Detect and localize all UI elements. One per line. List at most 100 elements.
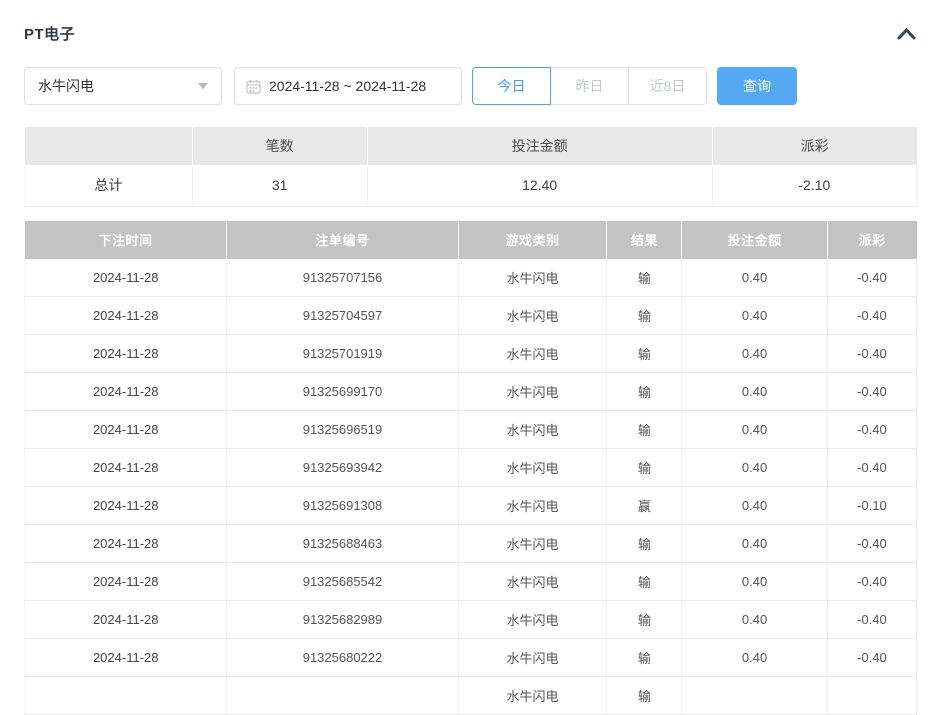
- table-row: 2024-11-2891325707156水牛闪电输0.40-0.40: [25, 259, 917, 297]
- col-order-number: 注单编号: [227, 221, 458, 259]
- cell-amount: 0.40: [682, 525, 827, 563]
- cell-result: 输: [607, 297, 682, 335]
- table-row: 2024-11-2891325704597水牛闪电输0.40-0.40: [25, 297, 917, 335]
- cell-amount: 0.40: [682, 373, 827, 411]
- cell-game: 水牛闪电: [458, 677, 607, 715]
- cell-result: 输: [607, 639, 682, 677]
- cell-game: 水牛闪电: [458, 563, 607, 601]
- cell-order: 91325699170: [227, 373, 458, 411]
- pt-games-panel: PT电子 水牛闪电: [0, 23, 937, 715]
- date-range-input[interactable]: 2024-11-28 ~ 2024-11-28: [234, 67, 462, 105]
- cell-result: 输: [607, 335, 682, 373]
- cell-order: 91325688463: [227, 525, 458, 563]
- table-row: 2024-11-2891325699170水牛闪电输0.40-0.40: [25, 373, 917, 411]
- summary-col-count: 笔数: [192, 127, 367, 165]
- panel-header: PT电子: [24, 23, 917, 44]
- cell-payout: -0.40: [827, 563, 916, 601]
- cell-order: 91325682989: [227, 601, 458, 639]
- cell-order: 91325685542: [227, 563, 458, 601]
- chevron-up-icon: [897, 27, 916, 40]
- bet-table-header-row: 下注时间 注单编号 游戏类别 结果 投注金额 派彩: [25, 221, 917, 259]
- cell-payout: -0.40: [827, 601, 916, 639]
- cell-amount: 0.40: [682, 601, 827, 639]
- cell-payout: -0.10: [827, 487, 916, 525]
- cell-game: 水牛闪电: [458, 487, 607, 525]
- cell-order: 91325701919: [227, 335, 458, 373]
- last-8-days-button[interactable]: 近8日: [628, 67, 707, 105]
- date-range-value: 2024-11-28 ~ 2024-11-28: [269, 78, 426, 94]
- bet-records-table: 下注时间 注单编号 游戏类别 结果 投注金额 派彩 2024-11-289132…: [24, 221, 917, 715]
- cell-amount: 0.40: [682, 297, 827, 335]
- cell-order: 91325707156: [227, 259, 458, 297]
- collapse-panel-button[interactable]: [895, 25, 917, 43]
- col-payout: 派彩: [827, 221, 916, 259]
- cell-order: [227, 677, 458, 715]
- query-button[interactable]: 查询: [717, 67, 797, 105]
- cell-payout: -0.40: [827, 411, 916, 449]
- col-game-type: 游戏类别: [458, 221, 607, 259]
- cell-time: 2024-11-28: [25, 373, 227, 411]
- cell-amount: 0.40: [682, 563, 827, 601]
- col-bet-amount: 投注金额: [682, 221, 827, 259]
- summary-total-label: 总计: [25, 165, 193, 206]
- summary-col-payout: 派彩: [712, 127, 916, 165]
- cell-time: 2024-11-28: [25, 259, 227, 297]
- game-select[interactable]: 水牛闪电: [24, 67, 222, 105]
- cell-result: 输: [607, 563, 682, 601]
- cell-payout: -0.40: [827, 449, 916, 487]
- summary-total-payout: -2.10: [712, 165, 916, 206]
- cell-result: 输: [607, 677, 682, 715]
- cell-time: [25, 677, 227, 715]
- filter-bar: 水牛闪电 2024-11-28 ~ 2024-11-28: [24, 67, 917, 105]
- cell-order: 91325691308: [227, 487, 458, 525]
- summary-header-row: 笔数 投注金额 派彩: [25, 127, 917, 165]
- col-result: 结果: [607, 221, 682, 259]
- cell-payout: -0.40: [827, 297, 916, 335]
- cell-game: 水牛闪电: [458, 601, 607, 639]
- cell-time: 2024-11-28: [25, 563, 227, 601]
- cell-result: 输: [607, 525, 682, 563]
- cell-amount: 0.40: [682, 335, 827, 373]
- page-title: PT电子: [24, 23, 75, 44]
- table-row: 2024-11-2891325693942水牛闪电输0.40-0.40: [25, 449, 917, 487]
- cell-result: 输: [607, 411, 682, 449]
- table-row: 2024-11-2891325682989水牛闪电输0.40-0.40: [25, 601, 917, 639]
- game-select-value: 水牛闪电: [38, 76, 94, 96]
- cell-game: 水牛闪电: [458, 449, 607, 487]
- cell-game: 水牛闪电: [458, 297, 607, 335]
- summary-table: 笔数 投注金额 派彩 总计 31 12.40 -2.10: [24, 127, 917, 207]
- cell-game: 水牛闪电: [458, 639, 607, 677]
- calendar-icon: [246, 79, 261, 94]
- table-row: 2024-11-2891325680222水牛闪电输0.40-0.40: [25, 639, 917, 677]
- cell-time: 2024-11-28: [25, 639, 227, 677]
- summary-total-row: 总计 31 12.40 -2.10: [25, 165, 917, 206]
- cell-amount: 0.40: [682, 487, 827, 525]
- cell-order: 91325693942: [227, 449, 458, 487]
- cell-time: 2024-11-28: [25, 335, 227, 373]
- cell-time: 2024-11-28: [25, 525, 227, 563]
- cell-time: 2024-11-28: [25, 297, 227, 335]
- cell-result: 输: [607, 373, 682, 411]
- cell-result: 输: [607, 449, 682, 487]
- cell-game: 水牛闪电: [458, 525, 607, 563]
- cell-game: 水牛闪电: [458, 259, 607, 297]
- today-button[interactable]: 今日: [472, 67, 551, 105]
- table-row: 2024-11-2891325701919水牛闪电输0.40-0.40: [25, 335, 917, 373]
- quick-range-group: 今日 昨日 近8日: [472, 67, 707, 105]
- chevron-down-icon: [198, 83, 208, 89]
- cell-time: 2024-11-28: [25, 601, 227, 639]
- cell-amount: 0.40: [682, 449, 827, 487]
- summary-col-empty: [25, 127, 193, 165]
- summary-col-amount: 投注金额: [367, 127, 712, 165]
- cell-payout: -0.40: [827, 525, 916, 563]
- table-row: 2024-11-2891325685542水牛闪电输0.40-0.40: [25, 563, 917, 601]
- cell-payout: -0.40: [827, 335, 916, 373]
- cell-time: 2024-11-28: [25, 449, 227, 487]
- yesterday-button[interactable]: 昨日: [550, 67, 629, 105]
- cell-order: 91325704597: [227, 297, 458, 335]
- cell-payout: [827, 677, 916, 715]
- table-row: 水牛闪电输: [25, 677, 917, 715]
- col-bet-time: 下注时间: [25, 221, 227, 259]
- cell-amount: [682, 677, 827, 715]
- summary-total-count: 31: [192, 165, 367, 206]
